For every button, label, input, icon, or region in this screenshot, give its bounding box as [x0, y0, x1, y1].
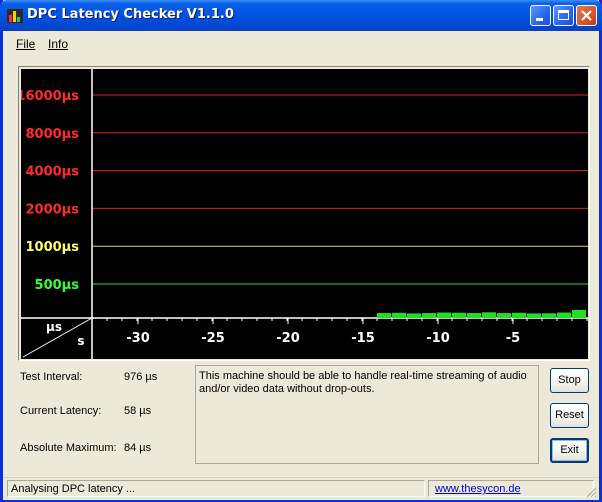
absolute-maximum-label: Absolute Maximum: [20, 442, 117, 454]
latency-graph: 16000µs 8000µs 4000µs 2000µs 1000µs 500µs µs s -… [21, 69, 588, 359]
website-link[interactable]: www.thesycon.de [435, 483, 521, 495]
latency-bar [512, 312, 526, 318]
app-window: DPC Latency Checker V1.1.0 File Info 160… [0, 0, 602, 502]
x-tick-label: -20 [276, 331, 300, 346]
latency-bar [422, 313, 436, 318]
latency-bar [452, 312, 466, 318]
latency-bar [407, 313, 421, 318]
maximize-icon [558, 10, 569, 20]
minimize-icon [536, 18, 543, 21]
status-message-box: This machine should be able to handle re… [195, 365, 539, 464]
latency-bar [542, 313, 556, 318]
y-axis-unit: µs [46, 320, 62, 334]
latency-bar [572, 309, 586, 318]
y-tick-label: 1000µs [26, 240, 80, 255]
resize-grip-icon[interactable] [585, 486, 597, 498]
y-tick-label: 500µs [35, 278, 80, 293]
y-tick-label: 8000µs [26, 127, 80, 142]
exit-button[interactable]: Exit [550, 438, 589, 463]
y-tick-label: 2000µs [26, 202, 80, 217]
menu-file-label: File [16, 37, 36, 51]
latency-bar [392, 312, 406, 318]
x-tick-label: -25 [201, 331, 225, 346]
menu-info[interactable]: Info [48, 37, 68, 51]
x-tick-label: -5 [506, 331, 520, 346]
status-text: Analysing DPC latency ... [11, 483, 136, 495]
current-latency-value: 58 µs [124, 405, 152, 417]
latency-bar [557, 312, 571, 318]
maximize-button[interactable] [553, 5, 574, 26]
close-icon [581, 10, 592, 21]
absolute-maximum-value: 84 µs [124, 442, 152, 454]
x-tick-label: -30 [126, 331, 150, 346]
close-button[interactable] [576, 5, 597, 26]
title-bar[interactable]: DPC Latency Checker V1.1.0 [0, 0, 602, 31]
menu-file[interactable]: File [16, 37, 35, 51]
x-tick-label: -10 [426, 331, 450, 346]
latency-bar [497, 313, 511, 318]
latency-bar [377, 313, 391, 318]
y-tick-label: 4000µs [26, 165, 80, 180]
minimize-button[interactable] [530, 5, 551, 26]
menu-info-label: Info [48, 37, 69, 51]
window-title: DPC Latency Checker V1.1.0 [27, 7, 234, 22]
status-link-panel: www.thesycon.de [428, 480, 594, 497]
x-tick-label: -15 [351, 331, 375, 346]
stop-button[interactable]: Stop [550, 368, 589, 393]
latency-bar [527, 313, 541, 318]
test-interval-label: Test Interval: [20, 371, 83, 383]
x-axis-unit: s [77, 334, 84, 348]
current-latency-label: Current Latency: [20, 405, 102, 417]
status-text-panel: Analysing DPC latency ... [7, 480, 425, 497]
y-tick-label: 16000µs [21, 89, 79, 104]
latency-graph-svg: 16000µs 8000µs 4000µs 2000µs 1000µs 500µs µs s -… [21, 69, 588, 359]
menu-bar: File Info [3, 32, 599, 54]
reset-button[interactable]: Reset [550, 403, 589, 428]
test-interval-value: 976 µs [124, 371, 158, 383]
status-bar: Analysing DPC latency ... www.thesycon.d… [3, 477, 599, 500]
latency-bar [437, 312, 451, 318]
latency-bar [467, 313, 481, 318]
app-icon [7, 9, 23, 23]
latency-bar [482, 312, 496, 318]
